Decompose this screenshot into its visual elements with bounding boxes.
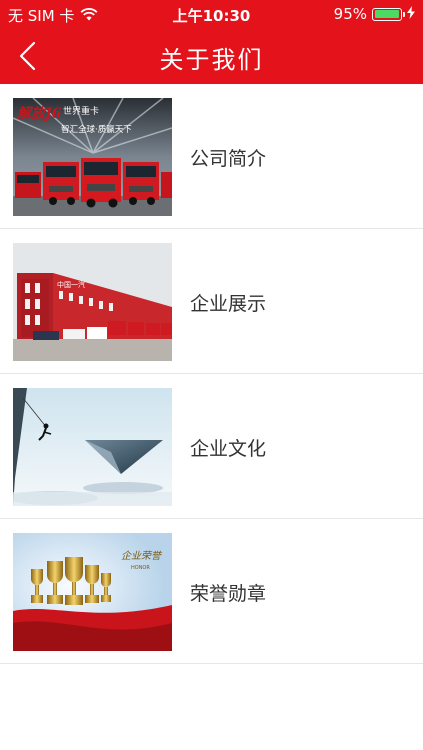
honor-sub-text: HONOR bbox=[131, 565, 150, 571]
climber-pyramid-photo bbox=[13, 388, 172, 506]
list-item-label: 企业展示 bbox=[190, 293, 267, 315]
app-header: 无 SIM 卡 上午10:30 95% 关于我们 bbox=[0, 0, 423, 84]
navigation-bar: 关于我们 bbox=[0, 28, 423, 84]
list-item-honors[interactable]: 企业荣誉 HONOR 荣誉勋章 bbox=[0, 519, 423, 664]
honor-title-text: 企业荣誉 bbox=[121, 550, 163, 562]
list-item-label: 企业文化 bbox=[190, 438, 267, 460]
list-item-company-culture[interactable]: 企业文化 bbox=[0, 374, 423, 519]
factory-building-photo: 中国一汽 bbox=[13, 243, 172, 361]
list-item-label: 公司简介 bbox=[190, 148, 267, 170]
status-right: 95% bbox=[334, 5, 415, 23]
battery-percent: 95% bbox=[333, 5, 367, 23]
trucks-slogan-line2: 智汇全球·质赢天下 bbox=[61, 124, 132, 135]
charging-bolt-icon bbox=[407, 5, 415, 23]
status-bar: 无 SIM 卡 上午10:30 95% bbox=[0, 0, 423, 28]
about-list: 解放J6 世界重卡 智汇全球·质赢天下 公司简介 中国一汽 企业展示 企业文化 … bbox=[0, 84, 423, 664]
battery-icon bbox=[372, 7, 405, 21]
trucks-logo-text: 解放J6 bbox=[16, 105, 62, 122]
list-item-company-intro[interactable]: 解放J6 世界重卡 智汇全球·质赢天下 公司简介 bbox=[0, 84, 423, 229]
page-title: 关于我们 bbox=[159, 46, 264, 74]
trucks-slogan-line1: 世界重卡 bbox=[63, 105, 99, 117]
list-item-company-showcase[interactable]: 中国一汽 企业展示 bbox=[0, 229, 423, 374]
trucks-photo: 解放J6 世界重卡 智汇全球·质赢天下 bbox=[13, 98, 172, 216]
factory-sign-text: 中国一汽 bbox=[57, 280, 85, 289]
list-item-label: 荣誉勋章 bbox=[190, 583, 267, 605]
trophies-photo: 企业荣誉 HONOR bbox=[13, 533, 172, 651]
